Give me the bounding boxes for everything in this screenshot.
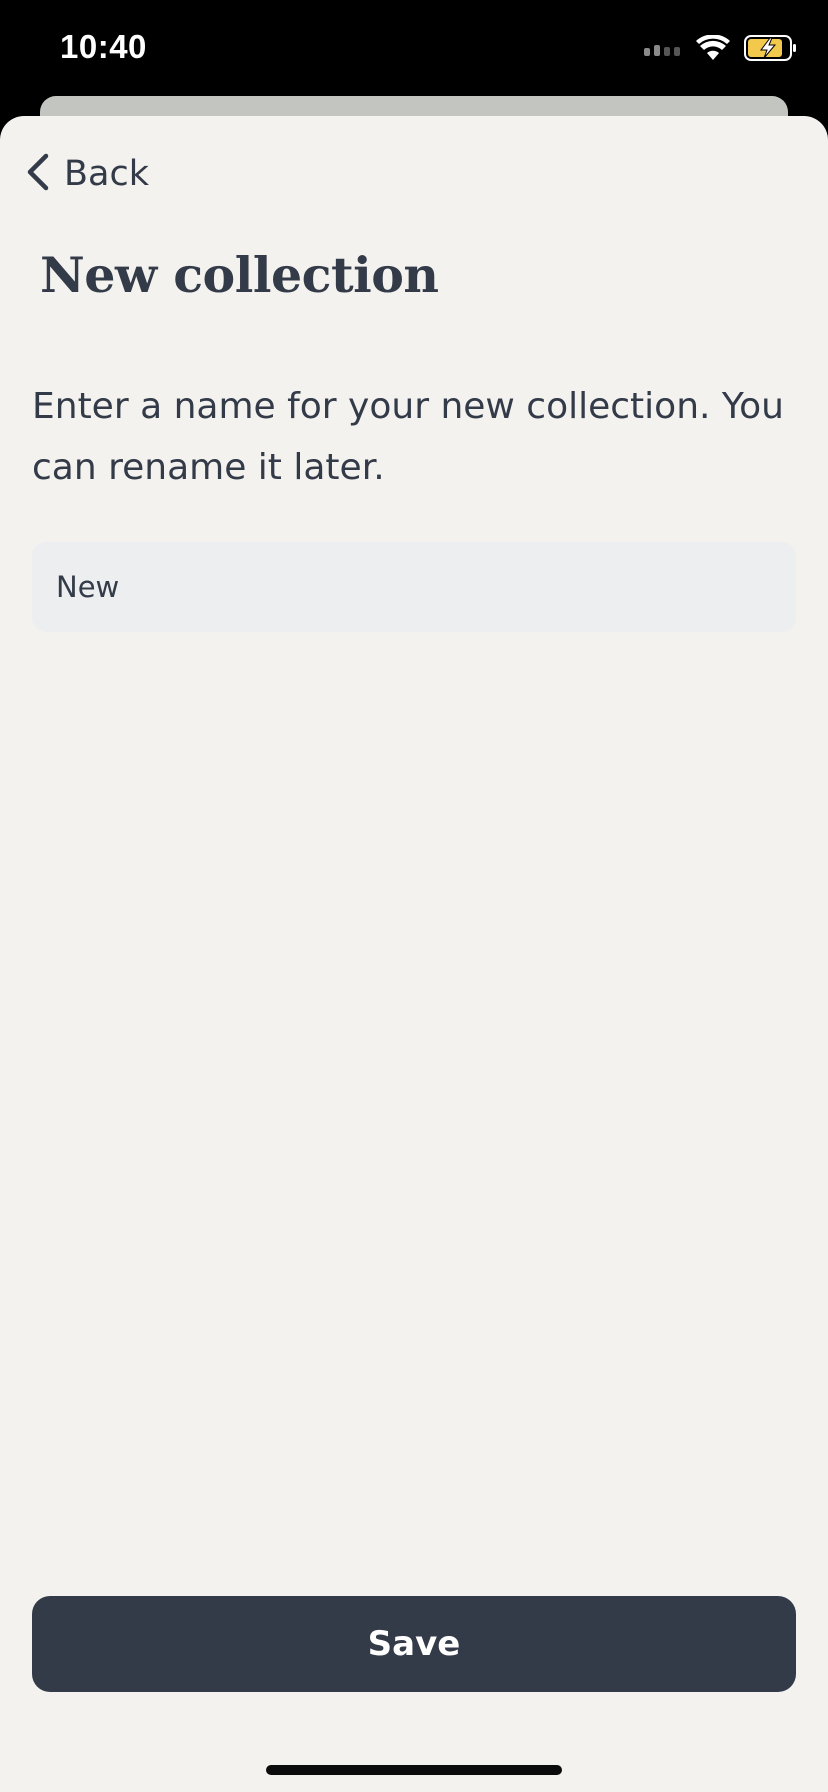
back-label: Back: [64, 154, 149, 194]
collection-name-input[interactable]: [32, 542, 796, 632]
status-icons: [644, 34, 798, 66]
screen: 10:40 Back New collection Enter a name f…: [0, 0, 828, 1792]
wifi-icon: [696, 34, 730, 65]
home-indicator: [266, 1765, 562, 1775]
back-button[interactable]: Back: [24, 152, 149, 196]
cellular-signal-icon: [644, 41, 682, 60]
description-text: Enter a name for your new collection. Yo…: [32, 386, 784, 488]
page-title: New collection: [40, 246, 439, 304]
status-time: 10:40: [60, 28, 147, 65]
save-button[interactable]: Save: [32, 1596, 796, 1692]
status-bar: 10:40: [0, 0, 828, 100]
modal-sheet: Back New collection Enter a name for you…: [0, 116, 828, 1792]
chevron-left-icon: [24, 152, 52, 196]
battery-charging-icon: [744, 35, 798, 65]
